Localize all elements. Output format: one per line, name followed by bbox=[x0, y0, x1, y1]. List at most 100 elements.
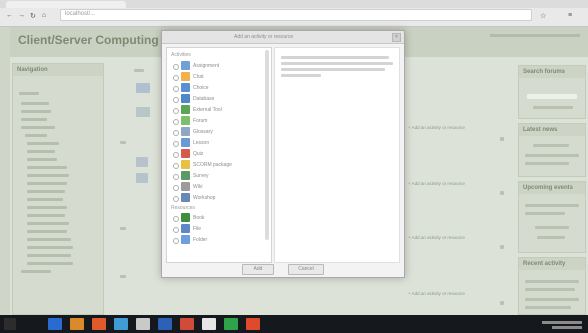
module-icon bbox=[181, 171, 190, 180]
taskbar-app-icon[interactable] bbox=[136, 318, 150, 330]
bookmark-star-icon[interactable]: ☆ bbox=[540, 12, 546, 20]
recent-activity-block: Recent activity bbox=[518, 257, 586, 315]
add-button[interactable]: Add bbox=[242, 264, 274, 275]
search-forums-block: Search forums bbox=[518, 65, 586, 119]
module-radio[interactable] bbox=[173, 163, 179, 169]
module-radio[interactable] bbox=[173, 141, 179, 147]
module-option[interactable]: Forum bbox=[171, 116, 267, 126]
system-tray[interactable] bbox=[542, 319, 582, 329]
dialog-titlebar[interactable]: Add an activity or resource × bbox=[162, 31, 404, 44]
module-option[interactable]: Quiz bbox=[171, 149, 267, 159]
module-option[interactable]: Assignment bbox=[171, 61, 267, 71]
module-label: External Tool bbox=[193, 107, 222, 113]
module-icon bbox=[181, 138, 190, 147]
module-option[interactable]: Lesson bbox=[171, 138, 267, 148]
module-option[interactable]: File bbox=[171, 224, 267, 234]
add-activity-link[interactable]: + Add an activity or resource bbox=[408, 181, 465, 186]
add-activity-link[interactable]: + Add an activity or resource bbox=[408, 291, 465, 296]
add-activity-dialog: Add an activity or resource × Activities… bbox=[161, 30, 405, 278]
add-activity-link[interactable]: + Add an activity or resource bbox=[408, 125, 465, 130]
module-radio[interactable] bbox=[173, 196, 179, 202]
address-bar[interactable]: localhost/... bbox=[60, 9, 532, 21]
module-icon bbox=[181, 116, 190, 125]
module-label: Book bbox=[193, 215, 205, 221]
taskbar-app-icon[interactable] bbox=[70, 318, 84, 330]
module-icon bbox=[181, 235, 190, 244]
module-label: File bbox=[193, 226, 202, 232]
latest-news-block: Latest news bbox=[518, 123, 586, 177]
add-activity-link[interactable]: + Add an activity or resource bbox=[408, 235, 465, 240]
module-icon bbox=[181, 193, 190, 202]
module-icon bbox=[181, 127, 190, 136]
close-icon[interactable]: × bbox=[392, 33, 401, 42]
taskbar-app-icon[interactable] bbox=[224, 318, 238, 330]
back-icon[interactable]: ← bbox=[6, 12, 13, 19]
site-title[interactable]: Client/Server Computing bbox=[18, 33, 159, 47]
module-option[interactable]: Database bbox=[171, 94, 267, 104]
home-icon[interactable]: ⌂ bbox=[42, 12, 46, 19]
module-radio[interactable] bbox=[173, 119, 179, 125]
module-label: Lesson bbox=[193, 140, 210, 146]
login-info[interactable] bbox=[490, 31, 580, 37]
menu-icon[interactable]: ≡ bbox=[568, 12, 572, 19]
module-radio[interactable] bbox=[173, 97, 179, 103]
reload-icon[interactable]: ↻ bbox=[30, 12, 36, 20]
module-option[interactable]: SCORM package bbox=[171, 160, 267, 170]
taskbar-app-icon[interactable] bbox=[92, 318, 106, 330]
navigation-block-title: Navigation bbox=[13, 64, 103, 76]
module-radio[interactable] bbox=[173, 130, 179, 136]
module-radio[interactable] bbox=[173, 185, 179, 191]
taskbar-app-icon[interactable] bbox=[114, 318, 128, 330]
module-label: Wiki bbox=[193, 184, 203, 190]
module-label: Workshop bbox=[193, 195, 216, 201]
taskbar bbox=[0, 315, 588, 333]
module-option[interactable]: Folder bbox=[171, 235, 267, 245]
resources-section-label: Resources bbox=[171, 205, 195, 211]
module-radio[interactable] bbox=[173, 75, 179, 81]
block-title: Upcoming events bbox=[519, 182, 585, 194]
module-radio[interactable] bbox=[173, 174, 179, 180]
module-option[interactable]: Survey bbox=[171, 171, 267, 181]
module-label: Assignment bbox=[193, 63, 220, 69]
module-radio[interactable] bbox=[173, 227, 179, 233]
module-icon bbox=[181, 83, 190, 92]
taskbar-app-icon[interactable] bbox=[158, 318, 172, 330]
forward-icon[interactable]: → bbox=[18, 12, 25, 19]
start-icon[interactable] bbox=[4, 318, 16, 330]
taskbar-app-icon[interactable] bbox=[246, 318, 260, 330]
module-option[interactable]: Choice bbox=[171, 83, 267, 93]
module-icon bbox=[181, 72, 190, 81]
module-radio[interactable] bbox=[173, 86, 179, 92]
module-icon bbox=[181, 224, 190, 233]
block-title: Latest news bbox=[519, 124, 585, 136]
module-chooser-list[interactable]: Activities Assignment Chat Choice Database E… bbox=[166, 47, 272, 263]
module-option[interactable]: Workshop bbox=[171, 193, 267, 203]
module-radio[interactable] bbox=[173, 64, 179, 70]
module-label: SCORM package bbox=[193, 162, 232, 168]
module-option[interactable]: Wiki bbox=[171, 182, 267, 192]
module-option[interactable]: Chat bbox=[171, 72, 267, 82]
taskbar-app-icon[interactable] bbox=[180, 318, 194, 330]
browser-tab[interactable] bbox=[6, 1, 126, 8]
address-text: localhost/... bbox=[65, 11, 96, 17]
module-radio[interactable] bbox=[173, 152, 179, 158]
module-label: Choice bbox=[193, 85, 209, 91]
tab-strip bbox=[0, 0, 588, 8]
taskbar-app-icon[interactable] bbox=[202, 318, 216, 330]
module-radio[interactable] bbox=[173, 216, 179, 222]
cancel-button[interactable]: Cancel bbox=[288, 264, 324, 275]
module-icon bbox=[181, 149, 190, 158]
module-radio[interactable] bbox=[173, 238, 179, 244]
module-label: Forum bbox=[193, 118, 208, 124]
module-option[interactable]: Book bbox=[171, 213, 267, 223]
navigation-block: Navigation bbox=[12, 63, 104, 315]
module-label: Quiz bbox=[193, 151, 204, 157]
module-radio[interactable] bbox=[173, 108, 179, 114]
module-icon bbox=[181, 61, 190, 70]
module-icon bbox=[181, 94, 190, 103]
upcoming-events-block: Upcoming events bbox=[518, 181, 586, 253]
module-option[interactable]: External Tool bbox=[171, 105, 267, 115]
module-option[interactable]: Glossary bbox=[171, 127, 267, 137]
taskbar-app-icon[interactable] bbox=[48, 318, 62, 330]
module-label: Folder bbox=[193, 237, 208, 243]
